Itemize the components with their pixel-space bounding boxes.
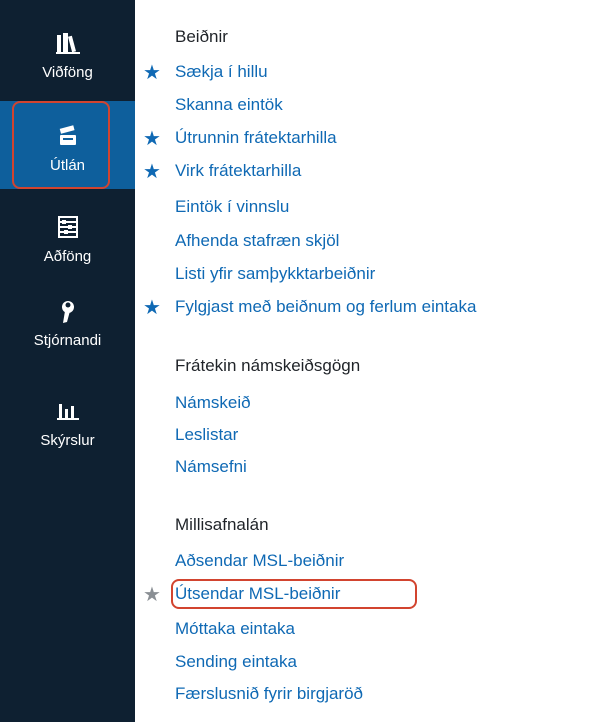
- active-nav-outline: [12, 101, 110, 189]
- menu-link-label: Listi yfir samþykktarbeiðnir: [175, 264, 376, 283]
- menu-link-label: Færslusnið fyrir birgjaröð: [175, 684, 363, 703]
- menu-link-utrunnin-fratektarhilla[interactable]: ★ Útrunnin frátektarhilla: [143, 128, 337, 150]
- section-heading-fratekin-namskeidsgogn: Frátekin námskeiðsgögn: [175, 356, 361, 375]
- star-icon[interactable]: ★: [143, 126, 161, 151]
- section-heading-millisafnalan: Millisafnalán: [175, 515, 269, 534]
- menu-link-label: Móttaka eintaka: [175, 619, 296, 638]
- star-icon[interactable]: ★: [143, 60, 161, 85]
- nav-item-skyrslur[interactable]: Skýrslur: [0, 400, 135, 449]
- nav-label-stjornandi: Stjórnandi: [33, 332, 102, 349]
- menu-link-label: Virk frátektarhilla: [175, 161, 302, 180]
- abacus-icon: [0, 216, 135, 242]
- menu-link-label: Aðsendar MSL-beiðnir: [175, 551, 345, 570]
- menu-link-virk-fratektarhilla[interactable]: ★ Virk frátektarhilla: [143, 161, 302, 183]
- nav-label-skyrslur: Skýrslur: [40, 432, 95, 449]
- highlight-outline: [171, 579, 417, 609]
- menu-link-faerslusnid-fyrir-birgjarod[interactable]: Færslusnið fyrir birgjaröð: [175, 684, 363, 704]
- nav-label-vidfong: Viðföng: [42, 64, 93, 81]
- menu-link-namskeid[interactable]: Námskeið: [175, 393, 251, 413]
- library-books-icon: [0, 32, 135, 58]
- menu-link-label: Skanna eintök: [175, 95, 283, 114]
- nav-item-adfong[interactable]: Aðföng: [0, 216, 135, 265]
- menu-link-adsendar-msl-beidnir[interactable]: Aðsendar MSL-beiðnir: [175, 551, 344, 571]
- sidebar: Viðföng Útlán Aðföng Stjórnandi Skýrslur: [0, 0, 135, 722]
- menu-link-label: Námsefni: [175, 457, 247, 476]
- menu-link-fylgjast-med-beidnum[interactable]: ★ Fylgjast með beiðnum og ferlum eintaka: [143, 297, 477, 319]
- menu-link-listi-yfir-sampykktarbeidnir[interactable]: Listi yfir samþykktarbeiðnir: [175, 264, 375, 284]
- menu-link-label: Útrunnin frátektarhilla: [175, 128, 337, 147]
- menu-link-skanna-eintok[interactable]: Skanna eintök: [175, 95, 283, 115]
- section-heading-beidnir: Beiðnir: [175, 27, 228, 46]
- nav-item-vidfong[interactable]: Viðföng: [0, 32, 135, 81]
- main-menu: Beiðnir ★ Sækja í hillu Skanna eintök ★ …: [135, 0, 614, 722]
- menu-link-label: Fylgjast með beiðnum og ferlum eintaka: [175, 297, 477, 316]
- menu-link-mottaka-eintaka[interactable]: Móttaka eintaka: [175, 619, 295, 639]
- menu-link-eintok-i-vinnslu[interactable]: Eintök í vinnslu: [175, 197, 289, 217]
- menu-link-saekja-i-hillu[interactable]: ★ Sækja í hillu: [143, 62, 268, 84]
- menu-link-label: Sending eintaka: [175, 652, 297, 671]
- menu-link-sending-eintaka[interactable]: Sending eintaka: [175, 652, 297, 672]
- menu-link-leslistar[interactable]: Leslistar: [175, 425, 238, 445]
- star-icon[interactable]: ★: [143, 295, 161, 320]
- menu-link-namsefni[interactable]: Námsefni: [175, 457, 247, 477]
- menu-link-label: Leslistar: [175, 425, 239, 444]
- bar-chart-icon: [0, 400, 135, 426]
- star-icon[interactable]: ★: [143, 159, 161, 184]
- menu-link-label: Afhenda stafræn skjöl: [175, 231, 340, 250]
- nav-label-adfong: Aðföng: [43, 248, 92, 265]
- menu-link-label: Námskeið: [175, 393, 251, 412]
- wrench-icon: [0, 300, 135, 326]
- menu-link-label: Eintök í vinnslu: [175, 197, 290, 216]
- star-icon[interactable]: ★: [143, 582, 161, 607]
- menu-link-afhenda-stafraen-skjol[interactable]: Afhenda stafræn skjöl: [175, 231, 339, 251]
- nav-item-stjornandi[interactable]: Stjórnandi: [0, 300, 135, 349]
- menu-link-label: Sækja í hillu: [175, 62, 268, 81]
